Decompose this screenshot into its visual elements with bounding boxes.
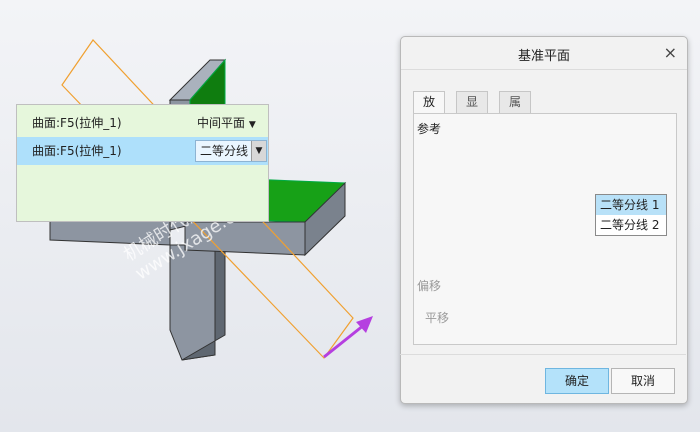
translate-label: 平移	[425, 311, 450, 325]
tab-placement[interactable]: 放置	[413, 91, 446, 130]
constraint-dropdown: 二等分线 1 二等分线 2	[595, 194, 667, 236]
dialog-title: 基准平面	[517, 49, 570, 64]
cancel-button[interactable]: 取消	[611, 368, 675, 394]
constraint-value: 二等分线	[200, 144, 249, 158]
reference-row-selected[interactable]: 曲面:F5(拉伸_1) 二等分线 ▼	[17, 137, 268, 165]
constraint-value: 中间平面	[197, 116, 246, 130]
chevron-down-icon: ▼	[248, 120, 256, 130]
tab-display[interactable]: 显示	[456, 91, 489, 130]
arrow-icon	[323, 316, 373, 359]
references-list[interactable]: 曲面:F5(拉伸_1) 中间平面 ▼ 曲面:F5(拉伸_1) 二等分线 ▼	[16, 104, 269, 222]
tab-properties[interactable]: 属性	[499, 91, 532, 130]
footer-divider	[400, 354, 686, 355]
option-bisector-2[interactable]: 二等分线 2	[596, 215, 666, 235]
offset-label: 偏移	[417, 279, 442, 293]
constraint-combobox[interactable]: 二等分线 ▼	[195, 140, 267, 162]
option-bisector-1[interactable]: 二等分线 1	[596, 195, 666, 215]
reference-name: 曲面:F5(拉伸_1)	[32, 144, 122, 158]
constraint-select[interactable]: 中间平面 ▼	[197, 109, 256, 139]
dialog-titlebar[interactable]: 基准平面 ×	[401, 37, 687, 70]
close-icon[interactable]: ×	[664, 43, 677, 62]
reference-name: 曲面:F5(拉伸_1)	[32, 116, 122, 130]
chevron-down-icon[interactable]: ▼	[251, 141, 266, 161]
reference-row[interactable]: 曲面:F5(拉伸_1) 中间平面 ▼	[17, 109, 268, 137]
ok-button[interactable]: 确定	[545, 368, 609, 394]
references-label: 参考	[417, 122, 442, 136]
